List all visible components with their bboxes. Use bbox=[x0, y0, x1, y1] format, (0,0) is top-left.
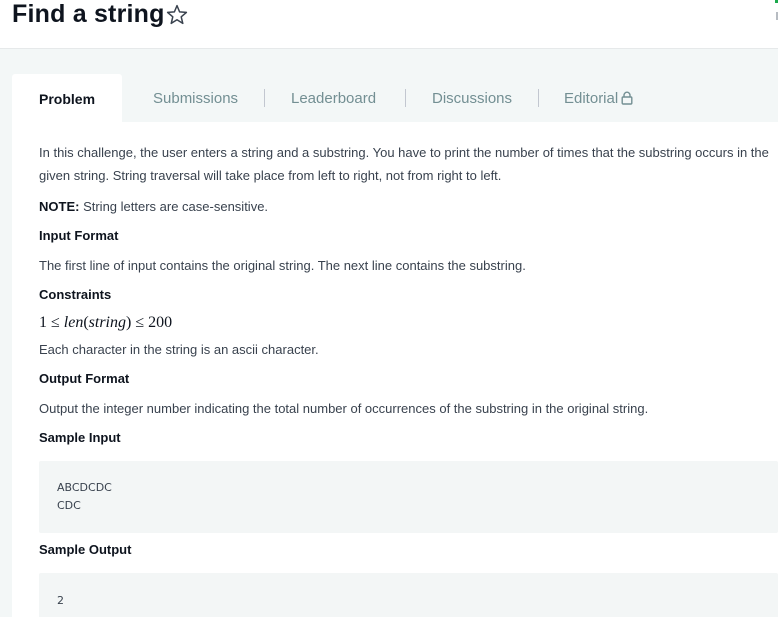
tab-divider bbox=[405, 89, 406, 107]
constraint-formula: 1 ≤ len(string) ≤ 200 bbox=[39, 314, 173, 331]
constraint-upper: 200 bbox=[148, 314, 173, 331]
note-label: NOTE: bbox=[39, 199, 80, 214]
problem-intro: In this challenge, the user enters a str… bbox=[39, 145, 769, 183]
constraint-op: ≤ bbox=[51, 314, 60, 331]
constraint-text: Each character in the string is an ascii… bbox=[39, 342, 319, 357]
input-format-text: The first line of input contains the ori… bbox=[39, 258, 526, 273]
problem-panel: In this challenge, the user enters a str… bbox=[12, 122, 778, 617]
output-format-text: Output the integer number indicating the… bbox=[39, 401, 649, 416]
tab-editorial[interactable]: Editorial bbox=[564, 74, 633, 122]
constraint-lower: 1 bbox=[39, 314, 47, 331]
tab-bar: Problem Submissions Leaderboard Discussi… bbox=[12, 74, 778, 122]
star-icon[interactable] bbox=[165, 3, 189, 27]
sample-output-block[interactable]: 2 bbox=[39, 573, 778, 617]
note-text: String letters are case-sensitive. bbox=[79, 199, 269, 214]
output-format-heading: Output Format bbox=[39, 371, 130, 386]
tab-divider bbox=[264, 89, 265, 107]
tab-leaderboard[interactable]: Leaderboard bbox=[291, 74, 376, 122]
constraints-heading: Constraints bbox=[39, 287, 112, 302]
sample-input-line: ABCDCDC bbox=[57, 481, 112, 494]
sample-output-line: 2 bbox=[57, 594, 64, 607]
tab-submissions[interactable]: Submissions bbox=[153, 74, 238, 122]
input-format-heading: Input Format bbox=[39, 228, 119, 243]
top-bar: Find a string bbox=[0, 0, 778, 49]
tab-divider bbox=[538, 89, 539, 107]
sample-output-heading: Sample Output bbox=[39, 542, 132, 557]
tab-discussions[interactable]: Discussions bbox=[432, 74, 512, 122]
tab-editorial-label: Editorial bbox=[564, 90, 619, 107]
page-title: Find a string bbox=[12, 0, 165, 28]
lock-icon bbox=[621, 91, 633, 105]
sample-input-block[interactable]: ABCDCDC CDC bbox=[39, 461, 778, 533]
tab-problem[interactable]: Problem bbox=[12, 74, 123, 122]
constraint-op: ≤ bbox=[135, 314, 145, 331]
sample-input-line: CDC bbox=[57, 499, 81, 512]
sample-input-heading: Sample Input bbox=[39, 430, 121, 445]
constraint-func: len bbox=[63, 314, 84, 331]
constraint-arg: string bbox=[88, 314, 126, 331]
note-line: NOTE: String letters are case-sensitive. bbox=[39, 195, 771, 218]
